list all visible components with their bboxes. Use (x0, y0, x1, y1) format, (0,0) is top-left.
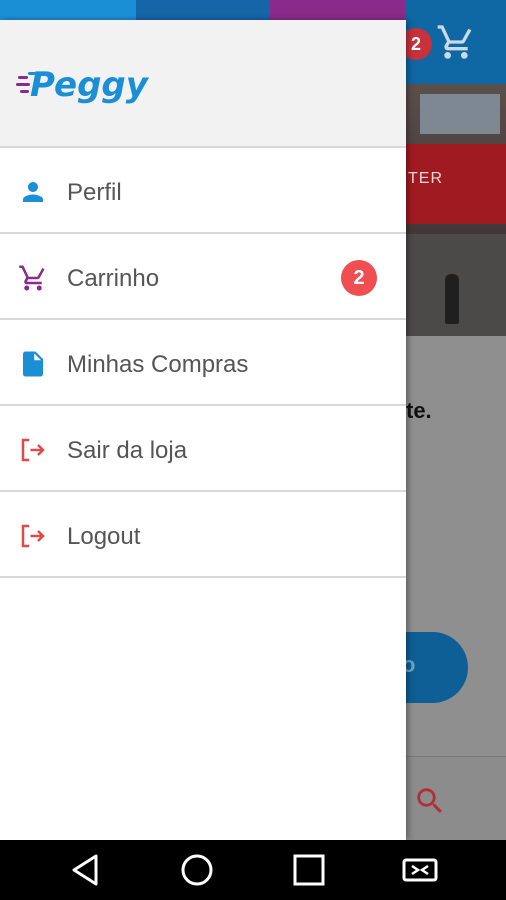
background-person (445, 274, 459, 324)
svg-text:Peggy: Peggy (30, 65, 150, 105)
drawer-header: Peggy (0, 20, 406, 148)
person-icon (23, 182, 43, 202)
peggy-logo: Peggy (16, 65, 150, 105)
background-text: te. (406, 398, 432, 423)
android-navigation-bar (0, 840, 506, 900)
background-search-icon (417, 788, 443, 814)
drawer-item-label: Perfil (67, 179, 122, 206)
drawer-item-carrinho[interactable]: Carrinho 2 (0, 234, 406, 320)
drawer-item-label: Sair da loja (67, 437, 188, 464)
status-bar-segment-purple (270, 0, 406, 20)
status-bar (0, 0, 406, 20)
drawer-item-logout[interactable]: Logout (0, 492, 406, 578)
drawer-item-label: Logout (67, 523, 141, 550)
document-icon (23, 351, 43, 377)
exit-icon (21, 438, 45, 462)
background-cart-icon (437, 25, 472, 59)
drawer-item-label: Carrinho (67, 265, 160, 292)
status-bar-segment-darkblue (136, 0, 270, 20)
background-awning-text: TER (408, 170, 443, 187)
exit-icon (21, 524, 45, 548)
cart-icon (19, 265, 45, 291)
drawer-item-sair-da-loja[interactable]: Sair da loja (0, 406, 406, 492)
navigation-drawer: Peggy Perfil Carrinho 2 Minhas Compras S… (0, 20, 406, 840)
background-building-window (420, 94, 500, 134)
recents-icon[interactable] (289, 850, 329, 890)
drawer-item-minhas-compras[interactable]: Minhas Compras (0, 320, 406, 406)
home-icon[interactable] (177, 850, 217, 890)
back-icon[interactable] (66, 850, 106, 890)
drawer-item-label: Minhas Compras (67, 351, 249, 378)
drawer-item-perfil[interactable]: Perfil (0, 148, 406, 234)
status-bar-segment-blue (0, 0, 136, 20)
screen-cast-icon[interactable] (400, 850, 440, 890)
cart-count-badge: 2 (341, 260, 377, 296)
